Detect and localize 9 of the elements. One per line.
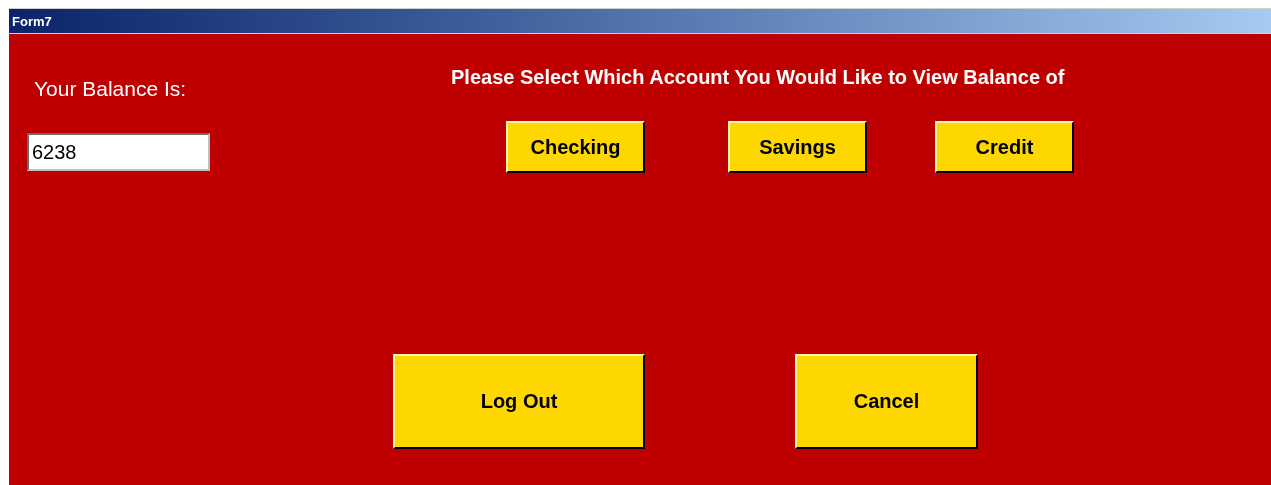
- cancel-button[interactable]: Cancel: [795, 354, 978, 449]
- balance-label: Your Balance Is:: [34, 76, 187, 102]
- prompt-text: Please Select Which Account You Would Like to View Balance of: [451, 65, 1066, 90]
- log-out-button[interactable]: Log Out: [393, 354, 645, 449]
- balance-field[interactable]: 6238: [27, 133, 210, 171]
- checking-button[interactable]: Checking: [506, 121, 645, 173]
- savings-button[interactable]: Savings: [728, 121, 867, 173]
- credit-button[interactable]: Credit: [935, 121, 1074, 173]
- window-title: Form7: [12, 13, 52, 29]
